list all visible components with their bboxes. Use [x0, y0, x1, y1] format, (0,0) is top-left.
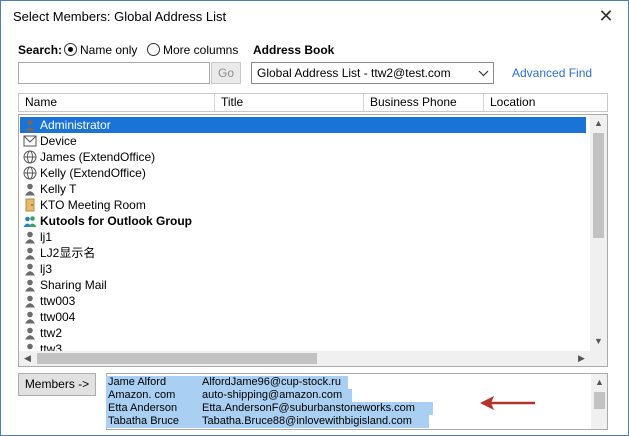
member-name: Jame Alford	[108, 376, 167, 388]
list-item[interactable]: lj1	[20, 229, 52, 245]
list-item[interactable]: ttw003	[20, 293, 75, 309]
scroll-left-icon[interactable]: ◀	[20, 351, 35, 366]
list-item[interactable]: KTO Meeting Room	[20, 197, 146, 213]
list-item[interactable]: Sharing Mail	[20, 277, 107, 293]
list-item[interactable]: ttw004	[20, 309, 75, 325]
member-name: Amazon. com	[108, 389, 176, 401]
go-button[interactable]: Go	[211, 62, 241, 84]
radio-more-columns-label[interactable]: More columns	[163, 43, 238, 57]
list-item-label: ttw003	[40, 294, 76, 308]
members-scrollbar[interactable]: ▲	[591, 374, 607, 429]
list-item-label: Administrator	[40, 118, 111, 132]
member-name: Tabatha Bruce	[108, 415, 179, 427]
horizontal-scrollbar[interactable]: ◀ ▶	[19, 351, 590, 366]
member-email: Tabatha.Bruce88@inlovewithbigisland.com	[202, 415, 412, 427]
list-item-label: Device	[40, 134, 77, 148]
column-header-business-phone[interactable]: Business Phone	[364, 94, 484, 111]
list-item[interactable]: James (ExtendOffice)	[20, 149, 155, 165]
column-header-row: Name Title Business Phone Location	[18, 93, 608, 112]
radio-more-columns[interactable]	[147, 43, 160, 56]
list-item-label: lj3	[40, 262, 53, 276]
search-label: Search:	[18, 43, 63, 57]
dialog-title: Select Members: Global Address List	[13, 9, 227, 24]
address-book-select[interactable]: Global Address List - ttw2@test.com	[251, 62, 494, 84]
list-item-label: James (ExtendOffice)	[40, 150, 156, 164]
user-icon	[23, 182, 37, 196]
radio-name-only-label[interactable]: Name only	[80, 43, 137, 57]
member-entry[interactable]: Tabatha Bruce Tabatha.Bruce88@inlovewithb…	[106, 415, 429, 428]
mail-contact-icon	[23, 134, 37, 148]
user-icon	[23, 326, 37, 340]
list-item-label: Kelly (ExtendOffice)	[40, 166, 146, 180]
scroll-right-icon[interactable]: ▶	[574, 351, 589, 366]
list-item-label: ttw2	[40, 326, 63, 340]
user-icon	[23, 246, 37, 260]
list-item[interactable]: Device	[20, 133, 77, 149]
column-header-location[interactable]: Location	[484, 94, 607, 111]
user-icon	[23, 278, 37, 292]
member-entry[interactable]: Amazon. com auto-shipping@amazon.com	[106, 389, 352, 402]
user-icon	[23, 262, 37, 276]
globe-contact-icon	[23, 166, 37, 180]
vertical-scroll-thumb[interactable]	[593, 133, 604, 238]
room-icon	[23, 198, 37, 212]
vertical-scrollbar[interactable]: ▲ ▼	[590, 115, 607, 351]
list-item-label: Kutools for Outlook Group	[40, 214, 192, 228]
list-item-label: Kelly T	[40, 182, 77, 196]
scroll-down-icon[interactable]: ▼	[591, 334, 606, 349]
member-email: Etta.AndersonF@suburbanstoneworks.com	[202, 402, 415, 414]
list-item[interactable]: ttw2	[20, 325, 62, 341]
column-header-title[interactable]: Title	[215, 94, 364, 111]
user-icon	[23, 294, 37, 308]
user-icon	[23, 310, 37, 324]
arrow-left-icon	[480, 396, 535, 410]
address-book-label: Address Book	[253, 43, 335, 57]
list-item[interactable]: Kelly (ExtendOffice)	[20, 165, 146, 181]
chevron-down-icon	[478, 63, 489, 91]
list-item-label: lj1	[40, 230, 53, 244]
search-input[interactable]	[18, 62, 210, 84]
user-icon	[23, 118, 37, 132]
members-scroll-thumb[interactable]	[594, 392, 605, 409]
list-item-label: KTO Meeting Room	[40, 198, 146, 212]
list-item[interactable]: Kutools for Outlook Group	[20, 213, 192, 229]
close-icon[interactable]: ✕	[596, 6, 616, 26]
address-list: Administrator Device James (ExtendOffice) K…	[18, 114, 608, 367]
radio-name-only[interactable]	[64, 43, 77, 56]
member-entry[interactable]: Etta Anderson Etta.AndersonF@suburbanston…	[106, 402, 433, 415]
user-icon	[23, 230, 37, 244]
list-item-label: ttw004	[40, 310, 76, 324]
advanced-find-link[interactable]: Advanced Find	[512, 66, 592, 80]
group-icon	[23, 214, 37, 228]
members-scroll-up-icon[interactable]: ▲	[592, 375, 607, 390]
globe-contact-icon	[23, 150, 37, 164]
column-header-name[interactable]: Name	[19, 94, 215, 111]
member-email: AlfordJame96@cup-stock.ru	[202, 376, 341, 388]
list-item[interactable]: Administrator	[20, 117, 586, 133]
list-item[interactable]: LJ2显示名	[20, 245, 95, 261]
list-item-label: LJ2显示名	[40, 246, 96, 260]
scroll-up-icon[interactable]: ▲	[591, 116, 606, 131]
address-book-value: Global Address List - ttw2@test.com	[257, 66, 451, 80]
member-entry[interactable]: Jame Alford AlfordJame96@cup-stock.ru	[106, 376, 348, 389]
list-item[interactable]: lj3	[20, 261, 52, 277]
list-item-label: Sharing Mail	[40, 278, 107, 292]
member-name: Etta Anderson	[108, 402, 178, 414]
list-item[interactable]: Kelly T	[20, 181, 76, 197]
horizontal-scroll-thumb[interactable]	[37, 353, 317, 364]
member-email: auto-shipping@amazon.com	[202, 389, 343, 401]
scrollbar-corner	[590, 351, 607, 366]
